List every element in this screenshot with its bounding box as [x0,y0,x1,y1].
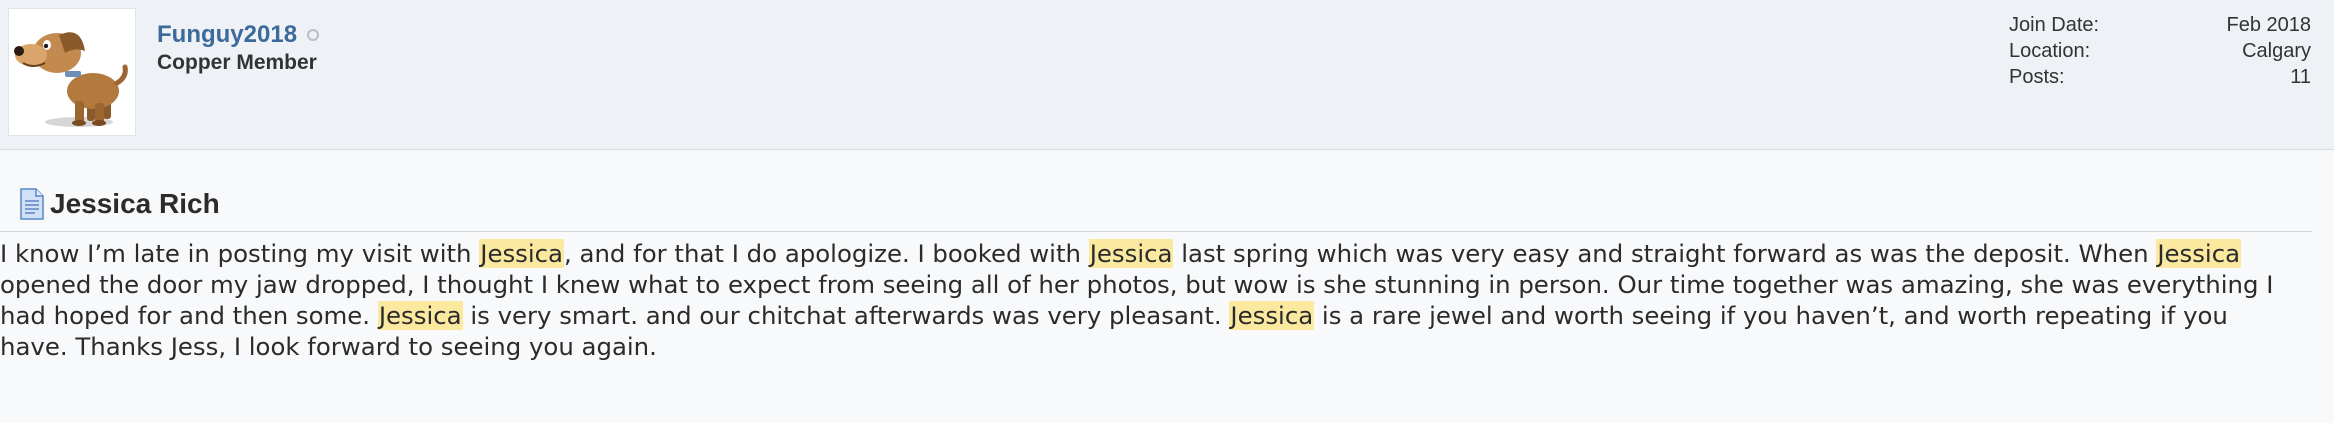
stat-value: 11 [2290,66,2311,88]
stat-label: Posts: [2009,66,2065,88]
stat-label: Location: [2009,40,2091,62]
stat-value: Calgary [2242,40,2311,62]
body-text: last spring which was very easy and stra… [1173,239,2157,268]
user-rank: Copper Member [157,51,317,74]
search-highlight: Jessica [479,239,564,268]
post-title-row: Jessica Rich [20,184,220,224]
body-text: is very smart. and our chitchat afterwar… [462,301,1230,330]
post-body: I know I’m late in posting my visit with… [0,238,2290,362]
dog-avatar-icon [14,32,128,127]
document-icon [20,188,44,220]
username-row: Funguy2018 [157,19,320,51]
body-text: , and for that I do apologize. I booked … [564,239,1089,268]
search-highlight: Jessica [377,301,463,330]
stat-posts: Posts: 11 [2009,64,2311,90]
post-title: Jessica Rich [50,188,220,219]
user-stats: Join Date: Feb 2018 Location: Calgary Po… [2009,12,2311,90]
search-highlight: Jessica [1088,239,1174,268]
search-highlight: Jessica [2156,239,2242,268]
user-info-panel: Funguy2018 Copper Member Join Date: Feb … [0,0,2334,150]
stat-location: Location: Calgary [2009,38,2311,64]
stat-label: Join Date: [2009,14,2100,36]
forum-post: Funguy2018 Copper Member Join Date: Feb … [0,0,2334,423]
username-link[interactable]: Funguy2018 [157,21,297,49]
avatar[interactable] [8,8,136,136]
offline-status-icon [307,29,320,41]
body-text: I know I’m late in posting my visit with [0,239,480,268]
stat-join-date: Join Date: Feb 2018 [2009,12,2311,38]
title-divider [0,231,2312,232]
stat-value: Feb 2018 [2226,14,2311,36]
search-highlight: Jessica [1229,301,1315,330]
